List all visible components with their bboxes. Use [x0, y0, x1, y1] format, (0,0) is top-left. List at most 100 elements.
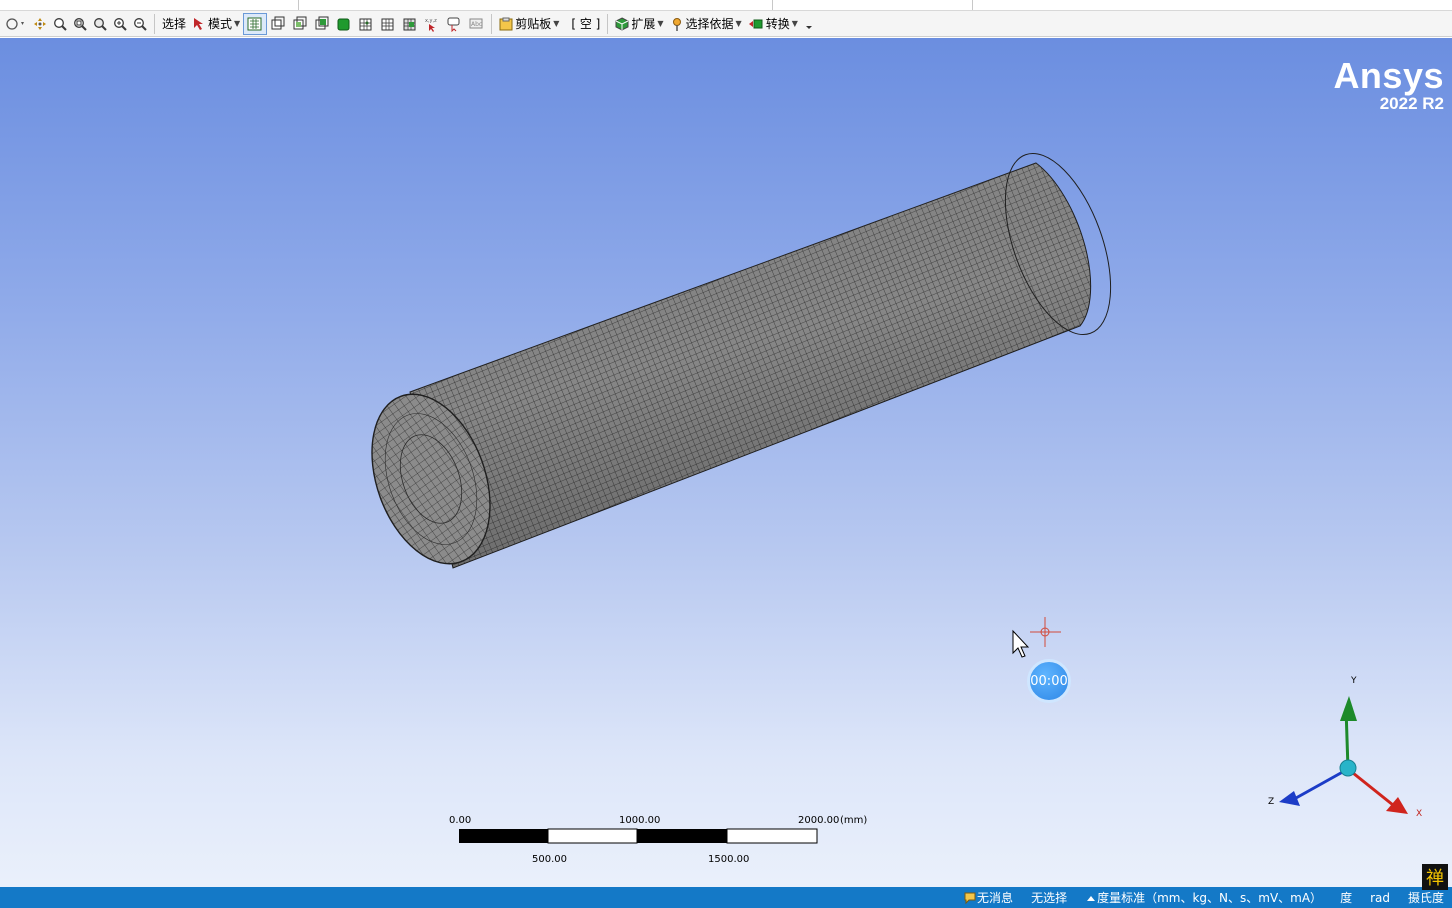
scale-label-2000: 2000.00	[798, 815, 840, 826]
status-bar: 无消息 无选择 度量标准（mm、kg、N、s、mV、mA） 度 rad 摄氏度	[0, 887, 1452, 908]
select-mesh-node-button[interactable]	[355, 13, 377, 35]
triad-z-label: Z	[1268, 797, 1275, 807]
label-icon: Abc	[469, 18, 483, 28]
clipboard-state-text: [ 空 ]	[571, 17, 601, 31]
svg-text:Abc: Abc	[471, 21, 482, 28]
caret-up-icon	[1087, 895, 1096, 901]
temperature-text: 摄氏度	[1407, 891, 1444, 905]
scale-label-1500: 1500.00	[708, 854, 750, 865]
chevron-down-icon: ▼	[791, 19, 798, 28]
chevron-down-icon: ▼	[735, 19, 742, 28]
select-by-dropdown[interactable]: 选择依据 ▼	[667, 13, 745, 35]
graphics-viewport[interactable]: Ansys 2022 R2 0.00 1000.00 2000.00 (mm) …	[0, 38, 1452, 887]
clipboard-icon	[499, 17, 513, 30]
menu-strip	[0, 0, 1452, 11]
select-body-button[interactable]	[311, 13, 333, 35]
box-zoom-button[interactable]	[70, 13, 90, 35]
expand-cube-icon	[615, 16, 629, 31]
toolbar-overflow-button[interactable]	[801, 13, 817, 35]
mode-dropdown[interactable]: 模式 ▼	[189, 13, 243, 35]
pick-crosshair-icon	[1030, 617, 1061, 647]
watermark-stamp: 禅	[1422, 864, 1448, 890]
select-edge-button[interactable]	[267, 13, 289, 35]
angle-unit-status[interactable]: 度	[1340, 889, 1352, 906]
select-button[interactable]: 选择	[159, 13, 189, 35]
selection-status: 无选择	[1031, 889, 1067, 906]
timer-text: 00:00	[1030, 673, 1068, 689]
clipboard-label: 剪贴板	[515, 17, 552, 31]
selection-text: 无选择	[1031, 891, 1068, 905]
scale-label-1000: 1000.00	[619, 815, 661, 826]
recording-timer[interactable]: 00:00	[1027, 659, 1071, 703]
select-label: 选择	[162, 17, 187, 31]
overflow-chevron-icon	[805, 25, 812, 29]
mesh-element-icon	[381, 18, 394, 30]
units-status[interactable]: 度量标准（mm、kg、N、s、mV、mA）	[1085, 889, 1322, 906]
toolbar-divider	[154, 13, 155, 34]
convert-dropdown[interactable]: 转换 ▼	[745, 13, 801, 35]
select-edge-icon	[271, 16, 285, 29]
zoom-in-icon	[114, 17, 127, 31]
triad-y-label: Y	[1351, 676, 1357, 686]
chevron-down-icon: ▼	[657, 19, 664, 28]
axis-triad	[1279, 696, 1408, 814]
clipboard-state: [ 空 ]	[568, 13, 603, 35]
scale-label-500: 500.00	[532, 854, 567, 865]
rad-text: rad	[1370, 890, 1390, 905]
zoom-in-button[interactable]	[110, 13, 130, 35]
select-by-label: 选择依据	[685, 17, 734, 31]
zoom-to-fit-button[interactable]	[90, 13, 110, 35]
model-canvas	[350, 140, 1408, 844]
rotate-icon	[6, 17, 24, 30]
convert-icon	[748, 19, 763, 28]
select-solid-button[interactable]	[333, 13, 355, 35]
rad-status[interactable]: rad	[1370, 891, 1390, 905]
hit-point-button[interactable]	[443, 13, 465, 35]
solid-body-icon	[337, 18, 350, 30]
cursor-icon	[194, 17, 204, 30]
label-button[interactable]: Abc	[465, 13, 487, 35]
convert-label: 转换	[765, 17, 790, 31]
select-vertex-button[interactable]	[243, 12, 268, 35]
stamp-text: 禅	[1426, 868, 1444, 889]
message-bubble-icon	[964, 892, 976, 904]
coordinate-pick-button[interactable]: x,y,z	[421, 13, 443, 35]
mode-label: 模式	[208, 17, 233, 31]
pan-button[interactable]	[30, 13, 50, 35]
graphics-toolbar: 选择 模式 ▼ x,y,z Abc 剪贴板 ▼ [ 空 ] 扩展 ▼ 选择依据 …	[0, 11, 1452, 37]
toolbar-divider	[607, 13, 609, 34]
select-mesh-body-button[interactable]	[399, 13, 421, 35]
messages-text: 无消息	[977, 891, 1014, 905]
cylinder-mesh-model[interactable]	[350, 140, 1132, 580]
mesh-node-icon	[359, 18, 372, 30]
units-text: 度量标准（mm、kg、N、s、mV、mA）	[1097, 891, 1323, 905]
expand-label: 扩展	[631, 17, 656, 31]
select-face-icon	[293, 16, 307, 29]
scale-bar	[459, 828, 818, 844]
menu-divider	[772, 0, 773, 10]
select-mesh-element-button[interactable]	[377, 13, 399, 35]
xyz-pick-icon: x,y,z	[425, 18, 437, 32]
chevron-down-icon: ▼	[234, 19, 241, 28]
rotate-button[interactable]	[2, 13, 30, 35]
angle-unit-text: 度	[1340, 891, 1353, 905]
select-vertex-icon	[247, 17, 262, 30]
mesh-body-icon	[403, 18, 416, 30]
box-zoom-icon	[74, 17, 87, 31]
hit-point-icon	[447, 17, 460, 32]
messages-status[interactable]: 无消息	[963, 889, 1013, 906]
zoom-icon	[54, 17, 67, 31]
triad-x-label: X	[1416, 809, 1423, 819]
svg-text:x,y,z: x,y,z	[425, 18, 437, 24]
chevron-down-icon: ▼	[553, 19, 560, 28]
pan-icon	[34, 17, 46, 30]
clipboard-dropdown[interactable]: 剪贴板 ▼	[496, 13, 562, 35]
menu-divider	[972, 0, 973, 10]
select-face-button[interactable]	[289, 13, 311, 35]
zoom-out-button[interactable]	[130, 13, 150, 35]
temperature-status[interactable]: 摄氏度	[1408, 889, 1444, 906]
zoom-button[interactable]	[50, 13, 70, 35]
expand-dropdown[interactable]: 扩展 ▼	[612, 13, 666, 35]
scale-unit: (mm)	[840, 815, 868, 826]
scale-label-0: 0.00	[449, 815, 472, 826]
